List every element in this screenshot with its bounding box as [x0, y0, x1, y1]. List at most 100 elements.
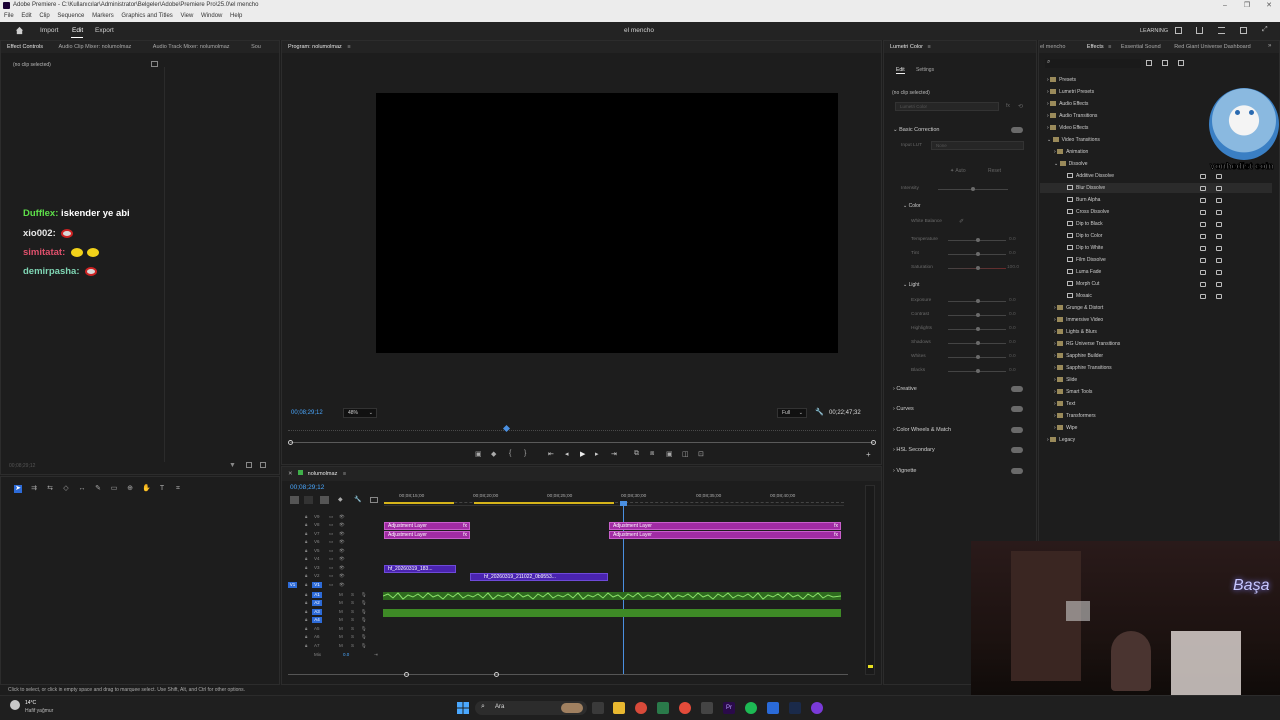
tree-folder[interactable]: › Lights & Blurs [1054, 329, 1097, 335]
tree-folder[interactable]: › Audio Transitions [1047, 113, 1097, 119]
tree-folder[interactable]: › Smart Tools [1054, 389, 1092, 395]
snap-icon[interactable] [304, 496, 313, 504]
type-tool-icon[interactable]: T [158, 485, 166, 493]
program-video-frame[interactable] [376, 93, 838, 353]
sync-icon[interactable]: ▭ [329, 573, 333, 579]
light-section-header[interactable]: ⌄ Light [903, 282, 919, 288]
tree-folder[interactable]: › Video Effects [1047, 125, 1088, 131]
whites-knob[interactable] [976, 355, 980, 359]
temperature-value[interactable]: 0.0 [1009, 237, 1016, 242]
eyedropper-icon[interactable]: ✐ [959, 218, 964, 225]
track-v1[interactable]: V1 🔒︎ V1 ▭ 👁︎ [283, 582, 383, 589]
subtab-edit[interactable]: Edit [896, 67, 905, 74]
solo-button[interactable]: S [351, 643, 354, 648]
nav-import[interactable]: Import [40, 27, 58, 34]
frame-tool-icon[interactable]: ⌗ [174, 485, 182, 493]
basic-correction-toggle[interactable] [1011, 127, 1023, 133]
eye-icon[interactable]: 👁︎ [339, 548, 345, 554]
vignette-toggle[interactable] [1011, 468, 1023, 474]
tab-effects[interactable]: Effects [1087, 44, 1104, 50]
workspace-label[interactable]: LEARNING [1140, 28, 1168, 34]
hand-tool-icon[interactable]: ✋ [142, 485, 151, 493]
track-v8[interactable]: 🔒︎ V8 ▭ 👁︎ [283, 522, 383, 529]
camera-icon[interactable]: ▣ [666, 450, 673, 458]
sync-icon[interactable]: ▭ [329, 556, 333, 562]
tint-value[interactable]: 0.0 [1009, 251, 1016, 256]
compare-icon[interactable]: ◫ [682, 450, 689, 458]
lock-icon[interactable]: 🔒︎ [305, 556, 307, 561]
close-button[interactable]: ✕ [1258, 0, 1280, 11]
program-menu-icon[interactable]: ≡ [347, 44, 350, 50]
solo-button[interactable]: S [351, 626, 354, 631]
tab-red-giant[interactable]: Red Giant Universe Dashboard [1174, 44, 1250, 50]
fx-icon[interactable]: fx [1006, 103, 1010, 109]
lock-icon[interactable]: 🔒︎ [305, 634, 307, 639]
sync-icon[interactable]: ▭ [329, 531, 333, 537]
tree-folder[interactable]: › RG Universe Transitions [1054, 341, 1120, 347]
menu-sequence[interactable]: Sequence [57, 13, 84, 19]
track-v4[interactable]: 🔒︎ V4 ▭ 👁︎ [283, 556, 383, 563]
track-v2[interactable]: 🔒︎ V2 ▭ 👁︎ [283, 573, 383, 580]
tree-folder[interactable]: › Sapphire Builder [1054, 353, 1103, 359]
tree-effect-item[interactable]: Morph Cut [1067, 281, 1099, 287]
lumetri-preset-select[interactable]: Lumetri Color [895, 102, 999, 111]
zoom-select[interactable]: 48% ⌄ [343, 408, 377, 418]
file-explorer-icon[interactable] [613, 702, 625, 714]
extract-icon[interactable]: ⧈ [650, 450, 654, 458]
go-to-out-icon[interactable]: ⇥ [611, 450, 617, 458]
menu-file[interactable]: File [4, 13, 14, 19]
saturation-value[interactable]: 100.0 [1007, 265, 1019, 270]
track-v3[interactable]: 🔒︎ V3 ▭ 👁︎ [283, 565, 383, 572]
ec-settings-icon[interactable] [260, 462, 266, 468]
track-a3[interactable]: 🔒︎ A3 M S 🎙︎ [283, 609, 383, 616]
mark-out-icon[interactable]: } [524, 450, 526, 457]
sync-icon[interactable]: ▭ [329, 565, 333, 571]
exposure-value[interactable]: 0.0 [1009, 298, 1016, 303]
lock-icon[interactable]: 🔒︎ [305, 626, 307, 631]
weather-desc[interactable]: Hafif yağmur [25, 708, 53, 714]
adjustment-layer-clip[interactable]: Adjustment Layer fx [384, 522, 470, 530]
audio-clip-a1[interactable] [383, 592, 841, 600]
creative-section-header[interactable]: › Creative [893, 386, 917, 392]
track-v5[interactable]: 🔒︎ V5 ▭ 👁︎ [283, 548, 383, 555]
tree-folder[interactable]: › Audio Effects [1047, 101, 1088, 107]
contrast-knob[interactable] [976, 313, 980, 317]
color-wheels-section-header[interactable]: › Color Wheels & Match [893, 427, 951, 433]
slip-tool-icon[interactable]: ↔ [78, 485, 86, 493]
curves-toggle[interactable] [1011, 406, 1023, 412]
mute-button[interactable]: M [339, 626, 343, 631]
eye-icon[interactable]: 👁︎ [339, 556, 345, 562]
basic-correction-header[interactable]: ⌄ Basic Correction [893, 127, 940, 133]
chrome-icon[interactable] [635, 702, 647, 714]
ripple-tool-icon[interactable]: ⇆ [46, 485, 54, 493]
eye-icon[interactable]: 👁︎ [339, 522, 345, 528]
tree-effect-item[interactable]: Dip to White [1067, 245, 1103, 251]
lock-icon[interactable]: 🔒︎ [305, 609, 307, 614]
zoom-tool-icon[interactable]: ⊕ [126, 485, 134, 493]
work-area-bar-2[interactable] [474, 502, 614, 504]
effects-search-input[interactable]: ⌕ [1045, 59, 1141, 68]
menu-help[interactable]: Help [230, 13, 242, 19]
proxy-icon[interactable]: ⊡ [698, 450, 704, 458]
tab-project[interactable]: el mencho [1040, 44, 1065, 50]
tab-source[interactable]: Sou [251, 44, 261, 50]
tree-folder[interactable]: ⌄ Dissolve [1054, 161, 1088, 167]
mute-button[interactable]: M [339, 609, 343, 614]
tree-folder[interactable]: › Legacy [1047, 437, 1075, 443]
weather-temp[interactable]: 14°C [25, 700, 36, 706]
whites-value[interactable]: 0.0 [1009, 354, 1016, 359]
mic-icon[interactable]: 🎙︎ [361, 592, 367, 598]
timeline-ruler[interactable]: 00;08;15;00 00;08;20;00 00;08;25;00 00;0… [384, 494, 844, 506]
audio-clip-a3[interactable] [383, 609, 841, 617]
track-a6[interactable]: 🔒︎ A6 M S 🎙︎ [283, 634, 383, 641]
tree-effect-item[interactable]: Luma Fade [1067, 269, 1101, 275]
sync-icon[interactable]: ▭ [329, 514, 333, 520]
mic-icon[interactable]: 🎙︎ [361, 626, 367, 632]
vignette-section-header[interactable]: › Vignette [893, 468, 916, 474]
mix-arrow-icon[interactable]: ⇥ [374, 652, 378, 658]
adjustment-layer-clip[interactable]: Adjustment Layer fx [609, 522, 841, 530]
app-icon[interactable] [767, 702, 779, 714]
selection-tool-icon[interactable]: ➤ [14, 485, 22, 493]
tree-effect-item[interactable]: Film Dissolve [1067, 257, 1106, 263]
eye-icon[interactable]: 👁︎ [339, 531, 345, 537]
